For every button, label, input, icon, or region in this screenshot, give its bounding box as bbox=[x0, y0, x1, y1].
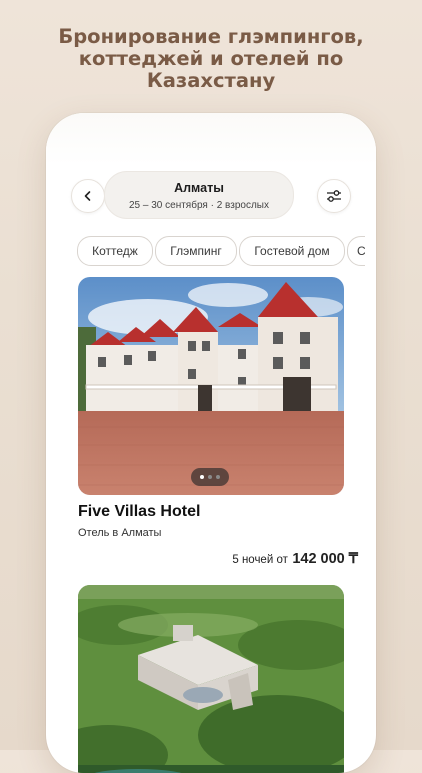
price-prefix: 5 ночей от bbox=[232, 554, 288, 566]
phone-frame: Алматы 25 – 30 сентября · 2 взрослых Кот… bbox=[46, 113, 376, 773]
listing-photo-2[interactable] bbox=[78, 585, 344, 773]
search-dates: 25 – 30 сентября · 2 взрослых bbox=[129, 200, 269, 211]
listing-price: 5 ночей от 142 000 ₸ bbox=[232, 550, 358, 568]
filter-chips: Коттедж Глэмпинг Гостевой дом С bbox=[65, 236, 365, 268]
pager-dot bbox=[216, 475, 220, 479]
back-button[interactable] bbox=[71, 179, 105, 213]
price-value: 142 000 ₸ bbox=[292, 551, 358, 567]
listing-photo[interactable] bbox=[78, 277, 344, 495]
pager-dot bbox=[208, 475, 212, 479]
chip-glamping[interactable]: Глэмпинг bbox=[155, 236, 237, 266]
resort-photo bbox=[78, 585, 344, 773]
search-summary[interactable]: Алматы 25 – 30 сентября · 2 взрослых bbox=[104, 171, 294, 219]
listing-title[interactable]: Five Villas Hotel bbox=[78, 503, 200, 521]
search-city: Алматы bbox=[174, 181, 224, 195]
chip-guesthouse[interactable]: Гостевой дом bbox=[239, 236, 345, 266]
promo-headline: Бронирование глэмпингов, коттеджей и оте… bbox=[0, 26, 422, 92]
chip-more[interactable]: С bbox=[347, 236, 365, 266]
listing-subtitle: Отель в Алматы bbox=[78, 527, 162, 539]
chevron-left-icon bbox=[84, 191, 91, 201]
pager-dot bbox=[200, 475, 204, 479]
promo-line-1: Бронирование глэмпингов, bbox=[58, 25, 364, 48]
filters-button[interactable] bbox=[317, 179, 351, 213]
photo-pager[interactable] bbox=[191, 468, 229, 486]
sliders-icon bbox=[327, 190, 341, 202]
promo-line-2: коттеджей и отелей по bbox=[78, 47, 344, 70]
hotel-photo bbox=[78, 277, 344, 495]
status-area bbox=[46, 113, 376, 165]
promo-line-3: Казахстану bbox=[146, 69, 276, 92]
chip-cottage[interactable]: Коттедж bbox=[77, 236, 153, 266]
